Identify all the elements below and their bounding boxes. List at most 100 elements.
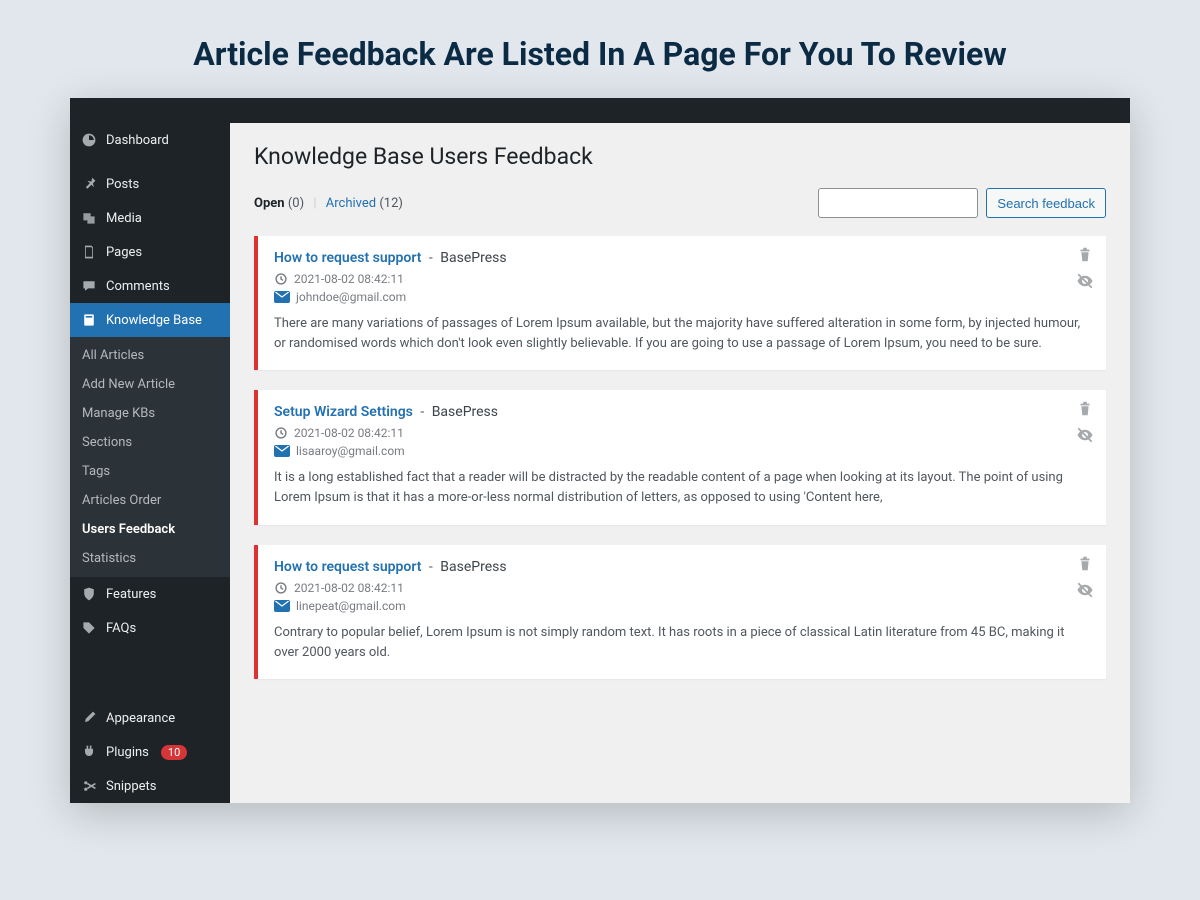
page-title: Article Feedback Are Listed In A Page Fo… bbox=[0, 0, 1200, 98]
source-label: BasePress bbox=[440, 559, 506, 575]
feedback-body: Contrary to popular belief, Lorem Ipsum … bbox=[274, 623, 1090, 663]
tab-archived-count: (12) bbox=[379, 196, 403, 211]
search-group: Search feedback bbox=[818, 188, 1106, 218]
admin-bar bbox=[70, 98, 1130, 123]
email-address: linepeat@gmail.com bbox=[296, 599, 406, 613]
mail-icon bbox=[274, 445, 290, 457]
submenu-users-feedback[interactable]: Users Feedback bbox=[70, 515, 230, 544]
clock-icon bbox=[274, 581, 288, 595]
email-row: johndoe@gmail.com bbox=[274, 290, 1090, 304]
sidebar-item-label: Knowledge Base bbox=[106, 313, 202, 328]
sidebar-item-appearance[interactable]: Appearance bbox=[70, 701, 230, 735]
media-icon bbox=[80, 209, 98, 227]
clock-icon bbox=[274, 426, 288, 440]
email-row: linepeat@gmail.com bbox=[274, 599, 1090, 613]
comment-icon bbox=[80, 277, 98, 295]
archive-icon[interactable] bbox=[1076, 426, 1094, 444]
title-separator: - bbox=[420, 404, 424, 420]
email-address: johndoe@gmail.com bbox=[296, 290, 406, 304]
source-label: BasePress bbox=[432, 404, 498, 420]
sidebar: Dashboard Posts Media Pages bbox=[70, 123, 230, 803]
card-title: Setup Wizard Settings - BasePress bbox=[274, 404, 1090, 420]
sidebar-item-comments[interactable]: Comments bbox=[70, 269, 230, 303]
content-title: Knowledge Base Users Feedback bbox=[254, 143, 1106, 170]
email-address: lisaaroy@gmail.com bbox=[296, 444, 405, 458]
article-link[interactable]: Setup Wizard Settings bbox=[274, 404, 413, 420]
submenu-all-articles[interactable]: All Articles bbox=[70, 341, 230, 370]
tag-icon bbox=[80, 619, 98, 637]
mail-icon bbox=[274, 291, 290, 303]
sidebar-item-plugins[interactable]: Plugins 10 bbox=[70, 735, 230, 769]
sidebar-item-posts[interactable]: Posts bbox=[70, 167, 230, 201]
filter-row: Open (0) | Archived (12) Search feedback bbox=[254, 188, 1106, 218]
sidebar-item-snippets[interactable]: Snippets bbox=[70, 769, 230, 803]
search-button[interactable]: Search feedback bbox=[986, 188, 1106, 218]
tab-archived[interactable]: Archived bbox=[326, 196, 376, 211]
plugins-badge: 10 bbox=[161, 745, 187, 760]
sidebar-item-label: Pages bbox=[106, 245, 142, 260]
timestamp: 2021-08-02 08:42:11 bbox=[294, 272, 404, 286]
tab-open-count: (0) bbox=[288, 196, 304, 211]
timestamp-row: 2021-08-02 08:42:11 bbox=[274, 581, 1090, 595]
feedback-card: How to request support - BasePress 2021-… bbox=[254, 236, 1106, 370]
title-separator: - bbox=[429, 559, 433, 575]
sidebar-item-label: Features bbox=[106, 587, 156, 602]
shield-icon bbox=[80, 585, 98, 603]
page-icon bbox=[80, 243, 98, 261]
feedback-card: Setup Wizard Settings - BasePress 2021-0… bbox=[254, 390, 1106, 524]
sidebar-item-label: Appearance bbox=[106, 711, 175, 726]
submenu-add-new-article[interactable]: Add New Article bbox=[70, 370, 230, 399]
card-title: How to request support - BasePress bbox=[274, 559, 1090, 575]
submenu-manage-kbs[interactable]: Manage KBs bbox=[70, 399, 230, 428]
mail-icon bbox=[274, 600, 290, 612]
sidebar-item-media[interactable]: Media bbox=[70, 201, 230, 235]
feedback-card: How to request support - BasePress 2021-… bbox=[254, 545, 1106, 679]
sidebar-item-pages[interactable]: Pages bbox=[70, 235, 230, 269]
card-title: How to request support - BasePress bbox=[274, 250, 1090, 266]
delete-icon[interactable] bbox=[1076, 246, 1094, 264]
email-row: lisaaroy@gmail.com bbox=[274, 444, 1090, 458]
archive-icon[interactable] bbox=[1076, 272, 1094, 290]
sidebar-item-label: Posts bbox=[106, 177, 139, 192]
tab-open[interactable]: Open bbox=[254, 196, 285, 211]
feedback-body: There are many variations of passages of… bbox=[274, 314, 1090, 354]
delete-icon[interactable] bbox=[1076, 400, 1094, 418]
submenu-sections[interactable]: Sections bbox=[70, 428, 230, 457]
clock-icon bbox=[274, 272, 288, 286]
status-tabs: Open (0) | Archived (12) bbox=[254, 196, 403, 211]
tab-divider: | bbox=[313, 196, 316, 211]
submenu-statistics[interactable]: Statistics bbox=[70, 544, 230, 573]
sidebar-item-knowledge-base[interactable]: Knowledge Base bbox=[70, 303, 230, 337]
article-link[interactable]: How to request support bbox=[274, 250, 421, 266]
sidebar-item-faqs[interactable]: FAQs bbox=[70, 611, 230, 645]
delete-icon[interactable] bbox=[1076, 555, 1094, 573]
submenu-tags[interactable]: Tags bbox=[70, 457, 230, 486]
admin-window: Dashboard Posts Media Pages bbox=[70, 98, 1130, 803]
source-label: BasePress bbox=[440, 250, 506, 266]
dashboard-icon bbox=[80, 131, 98, 149]
feedback-body: It is a long established fact that a rea… bbox=[274, 468, 1090, 508]
pin-icon bbox=[80, 175, 98, 193]
timestamp-row: 2021-08-02 08:42:11 bbox=[274, 426, 1090, 440]
submenu-articles-order[interactable]: Articles Order bbox=[70, 486, 230, 515]
article-link[interactable]: How to request support bbox=[274, 559, 421, 575]
scissors-icon bbox=[80, 777, 98, 795]
title-separator: - bbox=[429, 250, 433, 266]
search-input[interactable] bbox=[818, 188, 978, 218]
content-area: Knowledge Base Users Feedback Open (0) |… bbox=[230, 123, 1130, 803]
plug-icon bbox=[80, 743, 98, 761]
archive-icon[interactable] bbox=[1076, 581, 1094, 599]
app-body: Dashboard Posts Media Pages bbox=[70, 123, 1130, 803]
sidebar-submenu: All Articles Add New Article Manage KBs … bbox=[70, 337, 230, 577]
sidebar-item-label: Comments bbox=[106, 279, 170, 294]
book-icon bbox=[80, 311, 98, 329]
sidebar-item-label: Dashboard bbox=[106, 133, 169, 148]
sidebar-item-dashboard[interactable]: Dashboard bbox=[70, 123, 230, 157]
sidebar-item-label: FAQs bbox=[106, 621, 136, 636]
brush-icon bbox=[80, 709, 98, 727]
sidebar-item-label: Plugins bbox=[106, 745, 149, 760]
timestamp: 2021-08-02 08:42:11 bbox=[294, 426, 404, 440]
sidebar-item-features[interactable]: Features bbox=[70, 577, 230, 611]
sidebar-item-label: Snippets bbox=[106, 779, 157, 794]
sidebar-item-label: Media bbox=[106, 211, 142, 226]
